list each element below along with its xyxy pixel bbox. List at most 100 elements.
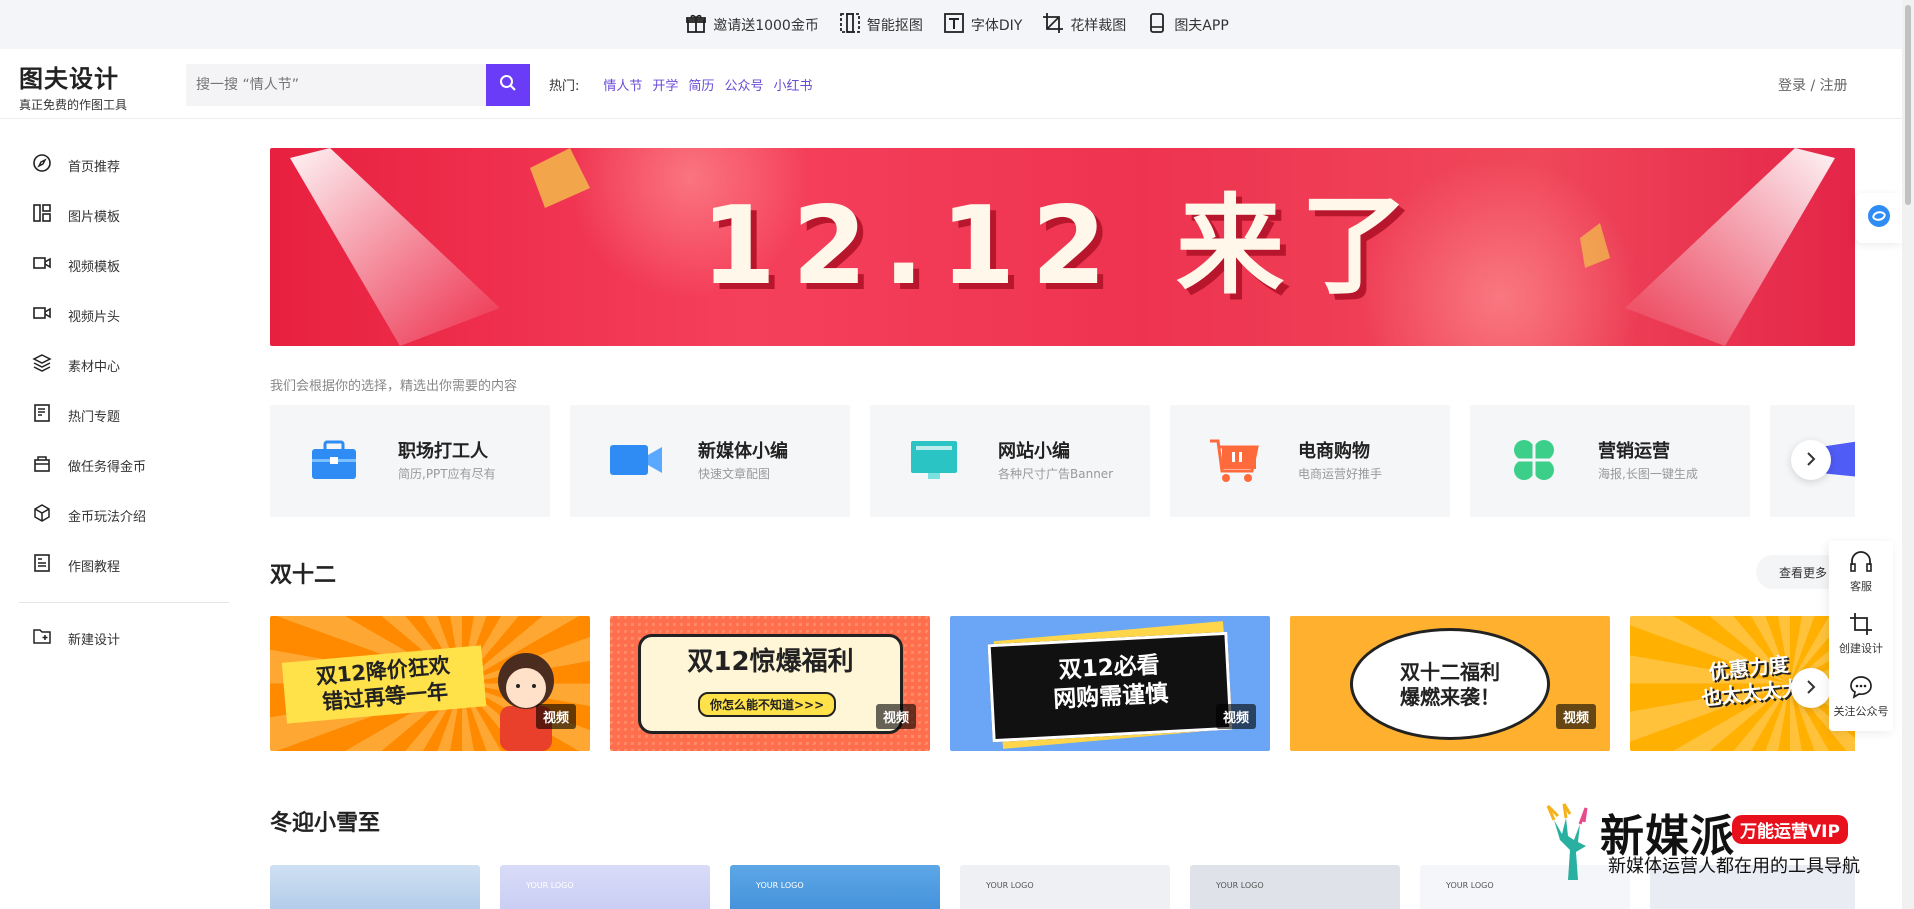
category-title: 电商购物 [1298,441,1370,462]
hot-item[interactable]: 开学 [652,75,678,94]
template-thumb[interactable]: YOUR LOGO [730,865,940,909]
assistant-float-button[interactable] [1856,193,1902,243]
sidebar-item-coins[interactable]: 金币玩法介绍 [19,490,229,540]
sidebar-item-assets[interactable]: 素材中心 [19,340,229,390]
sidebar-item-video-intro[interactable]: 视频片头 [19,290,229,340]
search-button[interactable] [486,64,530,106]
recommend-tagline: 我们会根据你的选择，精选出你需要的内容 [270,379,518,394]
template-thumb[interactable]: YOUR LOGO [960,865,1170,909]
sidebar-item-label: 视频模板 [68,259,121,275]
category-subtitle: 快速文章配图 [698,467,771,481]
banner-headline: 12.12 来了 [700,184,1425,309]
chevron-right-icon [1804,679,1818,698]
hot-item[interactable]: 公众号 [724,75,763,94]
top-strip: 邀请送1000金币 智能抠图 字体DIY 花样裁图 图夫APP [0,0,1914,49]
compass-icon [32,153,52,177]
sidebar-item-label: 作图教程 [68,559,121,575]
search-input[interactable] [186,64,486,106]
category-card[interactable]: 电商购物 电商运营好推手 [1170,405,1450,517]
template-thumb[interactable] [270,865,480,909]
topbar-crop[interactable]: 花样裁图 [1042,12,1126,38]
hot-item[interactable]: 小红书 [773,75,812,94]
double12-row: 双12降价狂欢 错过再等一年 视频 双12惊爆福利 你怎么能不知道>>> 视频 … [270,616,1855,751]
topbar-app[interactable]: 图夫APP [1146,12,1229,38]
float-follow-account[interactable]: 关注公众号 [1829,674,1893,719]
topbar-cutout[interactable]: 智能抠图 [839,12,923,38]
thumb-logo: YOUR LOGO [1216,881,1264,890]
video-badge: 视频 [535,704,576,729]
gift-icon [685,12,707,38]
logo-title: 图夫设计 [19,65,119,93]
thumb-line2: 爆燃来袭！ [1400,685,1500,709]
right-float-toolbar: 客服 创建设计 关注公众号 [1829,541,1893,731]
category-title: 网站小编 [998,441,1070,462]
template-thumb[interactable]: 双十二福利 爆燃来袭！ 视频 [1290,616,1610,751]
video-icon [32,253,52,277]
float-create-design[interactable]: 创建设计 [1829,611,1893,656]
promo-banner[interactable]: 12.12 来了 [270,148,1855,346]
topbar-invite-label: 邀请送1000金币 [713,17,819,34]
template-thumb[interactable]: 双12惊爆福利 你怎么能不知道>>> 视频 [610,616,930,751]
sidebar-divider [19,602,229,603]
topbar-crop-label: 花样裁图 [1070,17,1127,34]
chevron-right-icon [1804,451,1818,470]
folder-plus-icon [32,626,52,650]
float-label: 关注公众号 [1833,705,1889,718]
logo[interactable]: 图夫设计 真正免费的作图工具 [19,59,127,113]
text-icon [943,12,965,38]
sidebar-item-label: 素材中心 [68,359,121,375]
template-thumb[interactable]: 双12降价狂欢 错过再等一年 视频 [270,616,590,751]
topbar-font[interactable]: 字体DIY [943,12,1022,38]
category-card[interactable]: 职场打工人 简历,PPT应有尽有 [270,405,550,517]
category-card[interactable]: 网站小编 各种尺寸广告Banner [870,405,1150,517]
box-icon [32,503,52,527]
watermark-logo: 新媒派 万能运营VIP 新媒体运营人都在用的工具导航 [1540,800,1895,882]
sidebar-item-label: 视频片头 [68,309,121,325]
watermark-slogan: 新媒体运营人都在用的工具导航 [1608,856,1860,877]
category-card[interactable]: 新媒体小编 快速文章配图 [570,405,850,517]
sidebar: 首页推荐 图片模板 视频模板 视频片头 素材中心 热门专题 做任务得金币 金币玩… [19,140,229,663]
hot-item[interactable]: 简历 [688,75,714,94]
video-badge: 视频 [1215,704,1256,729]
category-next-button[interactable] [1791,440,1831,480]
assistant-icon [1866,203,1892,233]
category-subtitle: 电商运营好推手 [1298,467,1383,481]
chat-bubble-icon [1829,674,1893,700]
sidebar-item-label: 做任务得金币 [68,459,147,475]
page-scrollbar[interactable] [1902,0,1914,909]
hot-item[interactable]: 情人节 [603,75,642,94]
cart-icon [1208,437,1260,483]
category-row: 职场打工人 简历,PPT应有尽有 新媒体小编 快速文章配图 网站小编 各种尺寸广… [270,405,1855,517]
sidebar-item-home[interactable]: 首页推荐 [19,140,229,190]
section-title-winter: 冬迎小雪至 [270,811,381,836]
briefcase-icon [308,437,360,483]
double12-next-button[interactable] [1791,668,1831,708]
sidebar-item-video-templates[interactable]: 视频模板 [19,240,229,290]
crop-icon [1042,12,1064,38]
sidebar-item-new-design[interactable]: 新建设计 [19,613,229,663]
scrollbar-thumb[interactable] [1905,5,1911,205]
float-customer-service[interactable]: 客服 [1829,549,1893,594]
sidebar-item-tutorials[interactable]: 作图教程 [19,540,229,590]
sidebar-item-image-templates[interactable]: 图片模板 [19,190,229,240]
register-link[interactable]: 注册 [1820,78,1848,94]
layers-icon [32,353,52,377]
login-link[interactable]: 登录 / [1778,78,1815,94]
sidebar-item-topics[interactable]: 热门专题 [19,390,229,440]
template-thumb[interactable]: 双12必看 网购需谨慎 视频 [950,616,1270,751]
template-thumb[interactable]: YOUR LOGO [1190,865,1400,909]
auth-links: 登录 / 注册 [1778,75,1848,95]
category-title: 营销运营 [1598,441,1670,462]
topbar-font-label: 字体DIY [970,17,1023,34]
header: 图夫设计 真正免费的作图工具 热门: 情人节 开学 简历 公众号 小红书 登录 … [0,49,1914,119]
sidebar-item-tasks[interactable]: 做任务得金币 [19,440,229,490]
hot-searches: 热门: 情人节 开学 简历 公众号 小红书 [549,75,812,94]
template-thumb[interactable]: YOUR LOGO [500,865,710,909]
clover-icon [1508,437,1560,483]
thumb-line1: 双十二福利 [1400,660,1500,684]
category-card[interactable]: 营销运营 海报,长图一键生成 [1470,405,1750,517]
category-subtitle: 海报,长图一键生成 [1598,467,1698,481]
category-title: 新媒体小编 [698,441,788,462]
float-label: 客服 [1850,580,1872,593]
topbar-invite[interactable]: 邀请送1000金币 [685,12,819,38]
